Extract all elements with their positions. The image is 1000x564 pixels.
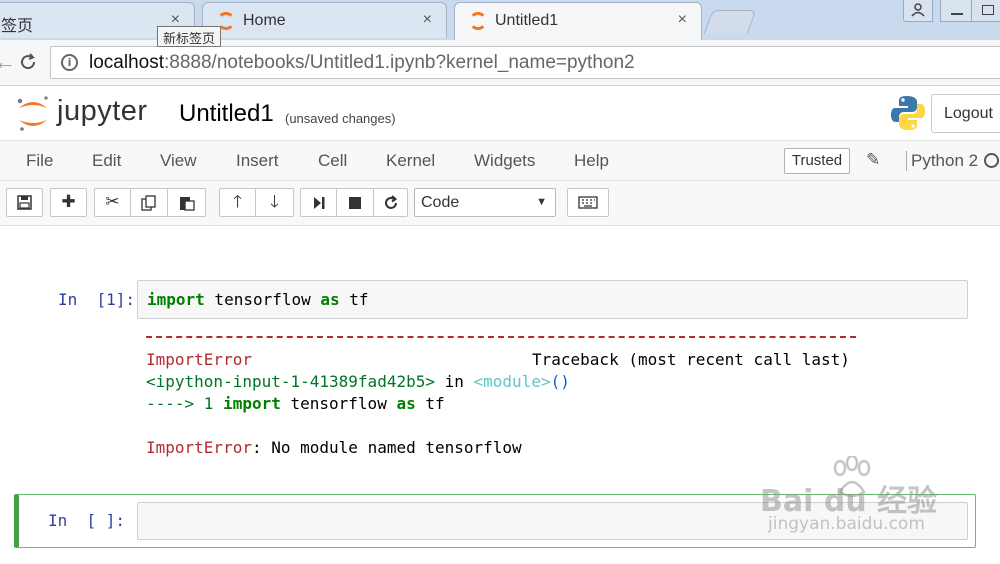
close-icon[interactable]: ×	[423, 11, 432, 29]
trusted-badge[interactable]: Trusted	[784, 148, 850, 174]
traceback-location: <ipython-input-1-41389fad42b5> in <modul…	[146, 372, 570, 391]
cut-icon: ✂	[105, 192, 120, 212]
menu-widgets[interactable]: Widgets	[474, 151, 535, 171]
traceback-line: ----> 1 import tensorflow as tf	[146, 394, 445, 413]
menu-file[interactable]: File	[26, 151, 53, 171]
jupyter-favicon-icon	[469, 12, 487, 30]
code-cell-input[interactable]: import tensorflow as tf	[137, 280, 968, 319]
cut-button[interactable]: ✂	[94, 188, 131, 217]
copy-button[interactable]	[131, 188, 168, 217]
notebook-name[interactable]: Untitled1	[179, 100, 274, 128]
save-status: (unsaved changes)	[285, 111, 396, 126]
address-bar: ← i localhost:8888/notebooks/Untitled1.i…	[0, 40, 1000, 86]
interrupt-button[interactable]	[337, 188, 374, 217]
pencil-icon[interactable]: ✎	[866, 150, 880, 170]
arrow-down-icon: 🡓	[270, 192, 279, 212]
python-logo-icon	[891, 96, 925, 130]
toolbar: ✚ ✂ 🡑 🡓 Code ▼	[0, 182, 1000, 226]
tab-title: Home	[243, 12, 286, 29]
user-profile-icon[interactable]	[903, 0, 933, 22]
browser-tab-strip: 签页 × Home × Untitled1 ×	[0, 0, 1000, 40]
info-icon[interactable]: i	[61, 54, 78, 71]
tab-title: 签页	[1, 18, 34, 35]
run-icon	[313, 197, 324, 209]
tab-title: Untitled1	[495, 12, 559, 29]
jupyter-logo-icon[interactable]	[15, 93, 51, 133]
reload-icon[interactable]	[18, 49, 38, 78]
traceback-label: Traceback (most recent call last)	[532, 350, 850, 369]
paste-icon	[179, 197, 195, 211]
maximize-icon[interactable]	[972, 0, 1000, 22]
new-tab-button[interactable]	[703, 10, 757, 34]
move-up-button[interactable]: 🡑	[219, 188, 256, 217]
arrow-up-icon: 🡑	[233, 192, 242, 212]
cell-type-select[interactable]: Code ▼	[414, 188, 556, 217]
save-icon	[17, 195, 32, 210]
restart-button[interactable]	[374, 188, 408, 217]
menu-insert[interactable]: Insert	[236, 151, 279, 171]
menubar: File Edit View Insert Cell Kernel Widget…	[0, 140, 1000, 181]
code-text: import tensorflow as tf	[147, 290, 369, 309]
tab-home[interactable]: Home ×	[202, 2, 447, 38]
menu-edit[interactable]: Edit	[92, 151, 121, 171]
tab-untitled1[interactable]: Untitled1 ×	[454, 2, 702, 40]
error-message: ImportError: No module named tensorflow	[146, 438, 522, 457]
cell-type-value: Code	[421, 194, 460, 211]
cell-prompt: In [ ]:	[48, 511, 126, 530]
caret-down-icon: ▼	[536, 196, 547, 208]
menu-help[interactable]: Help	[574, 151, 609, 171]
restart-icon	[384, 195, 397, 209]
kernel-idle-indicator-icon	[984, 153, 999, 168]
back-arrow-icon[interactable]: ←	[0, 49, 16, 75]
plus-icon: ✚	[61, 192, 76, 212]
command-palette-button[interactable]	[567, 188, 609, 217]
url-text: localhost:8888/notebooks/Untitled1.ipynb…	[89, 52, 635, 73]
traceback-header: ImportError	[146, 350, 252, 369]
jupyter-header: jupyter Untitled1 (unsaved changes) Logo…	[0, 87, 1000, 139]
url-input[interactable]: i localhost:8888/notebooks/Untitled1.ipy…	[50, 46, 1000, 79]
paste-button[interactable]	[168, 188, 206, 217]
insert-cell-button[interactable]: ✚	[50, 188, 87, 217]
jupyter-wordmark: jupyter	[57, 95, 148, 127]
copy-icon	[141, 195, 156, 211]
traceback-separator	[146, 336, 856, 338]
close-icon[interactable]: ×	[678, 11, 687, 29]
keyboard-icon	[578, 196, 598, 209]
menu-view[interactable]: View	[160, 151, 197, 171]
run-button[interactable]	[300, 188, 337, 217]
menu-cell[interactable]: Cell	[318, 151, 347, 171]
menu-kernel[interactable]: Kernel	[386, 151, 435, 171]
move-down-button[interactable]: 🡓	[256, 188, 294, 217]
logout-button[interactable]: Logout	[931, 94, 1000, 133]
stop-icon	[349, 197, 361, 209]
tooltip: 新标签页	[157, 26, 222, 47]
watermark-domain: jingyan.baidu.com	[768, 514, 925, 534]
save-button[interactable]	[6, 188, 43, 217]
minimize-icon[interactable]	[940, 0, 972, 22]
kernel-name[interactable]: Python 2	[906, 151, 978, 171]
cell-prompt: In [1]:	[58, 290, 136, 309]
